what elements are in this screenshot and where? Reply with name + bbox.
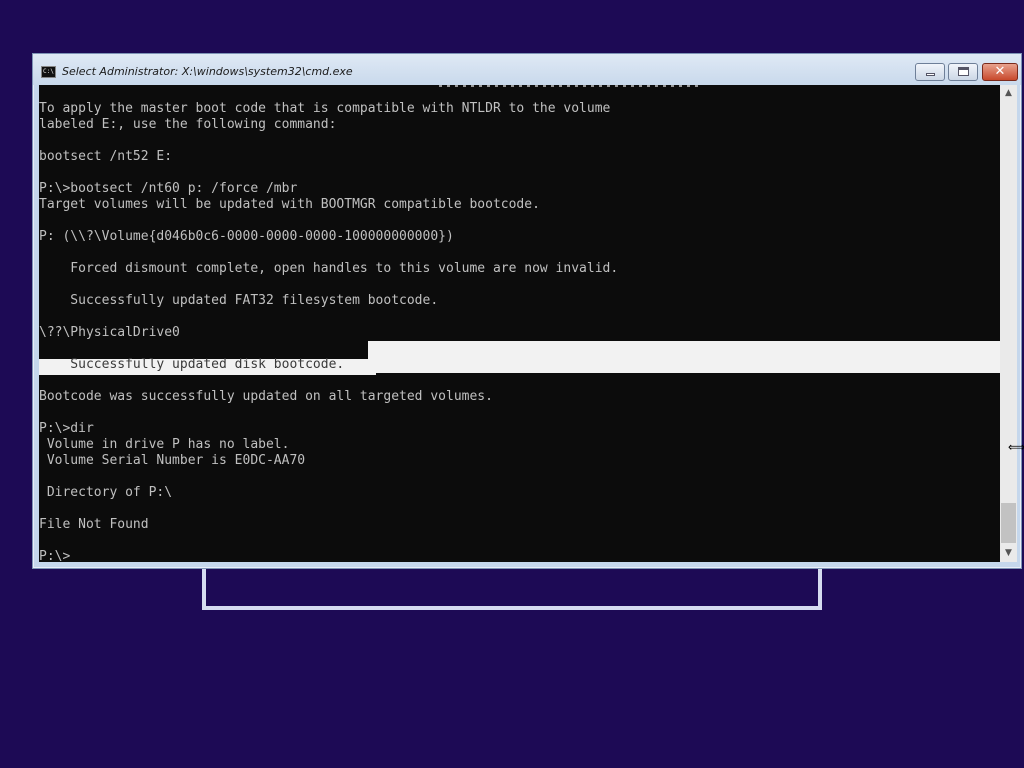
- console-line: Target volumes will be updated with BOOT…: [39, 197, 540, 212]
- resize-cursor-icon: ⟺: [1008, 440, 1024, 454]
- scroll-up-icon[interactable]: ▲: [1000, 85, 1017, 102]
- console-line: Volume in drive P has no label.: [39, 437, 290, 452]
- window-title: Select Administrator: X:\windows\system3…: [62, 65, 353, 78]
- console-line: P:\>bootsect /nt60 p: /force /mbr: [39, 181, 298, 196]
- console-line: Volume Serial Number is E0DC-AA70: [39, 453, 306, 468]
- console-line: bootsect /nt52 E:: [39, 149, 173, 164]
- console-line: \??\PhysicalDrive0: [39, 325, 180, 340]
- console-line: P: (\\?\Volume{d046b0c6-0000-0000-0000-1…: [39, 229, 454, 244]
- cmd-window: C:\ Select Administrator: X:\windows\sys…: [32, 53, 1022, 569]
- console-line: To apply the master boot code that is co…: [39, 101, 611, 116]
- console-output[interactable]: To apply the master boot code that is co…: [39, 85, 1000, 562]
- maximize-button[interactable]: [948, 63, 978, 81]
- scrolled-off-text: [39, 85, 1000, 89]
- console-line: Bootcode was successfully updated on all…: [39, 389, 493, 404]
- console-lines: To apply the master boot code that is co…: [39, 101, 1000, 562]
- scroll-thumb[interactable]: [1001, 503, 1016, 543]
- console-line: P:\>dir: [39, 421, 94, 436]
- cmd-icon-label: C:\: [43, 68, 54, 75]
- minimize-icon: [926, 73, 935, 76]
- console-line-selected: Successfully updated disk bootcode.: [39, 357, 345, 372]
- scroll-down-icon[interactable]: ▼: [1000, 545, 1017, 562]
- console-prompt: P:\>: [39, 549, 1000, 562]
- maximize-icon: [958, 67, 969, 76]
- close-icon: ✕: [994, 64, 1006, 79]
- console-line: labeled E:, use the following command:: [39, 117, 337, 132]
- close-button[interactable]: ✕: [982, 63, 1018, 81]
- console-line: Directory of P:\: [39, 485, 173, 500]
- console-line: Forced dismount complete, open handles t…: [39, 261, 619, 276]
- cmd-app-icon[interactable]: C:\: [41, 66, 56, 78]
- minimize-button[interactable]: [915, 63, 945, 81]
- title-bar[interactable]: C:\ Select Administrator: X:\windows\sys…: [33, 54, 1021, 85]
- vertical-scrollbar[interactable]: ▲ ▼: [1000, 85, 1017, 562]
- console-line: Successfully updated FAT32 filesystem bo…: [39, 293, 439, 308]
- prompt-text: P:\>: [39, 549, 71, 562]
- console-line: File Not Found: [39, 517, 149, 532]
